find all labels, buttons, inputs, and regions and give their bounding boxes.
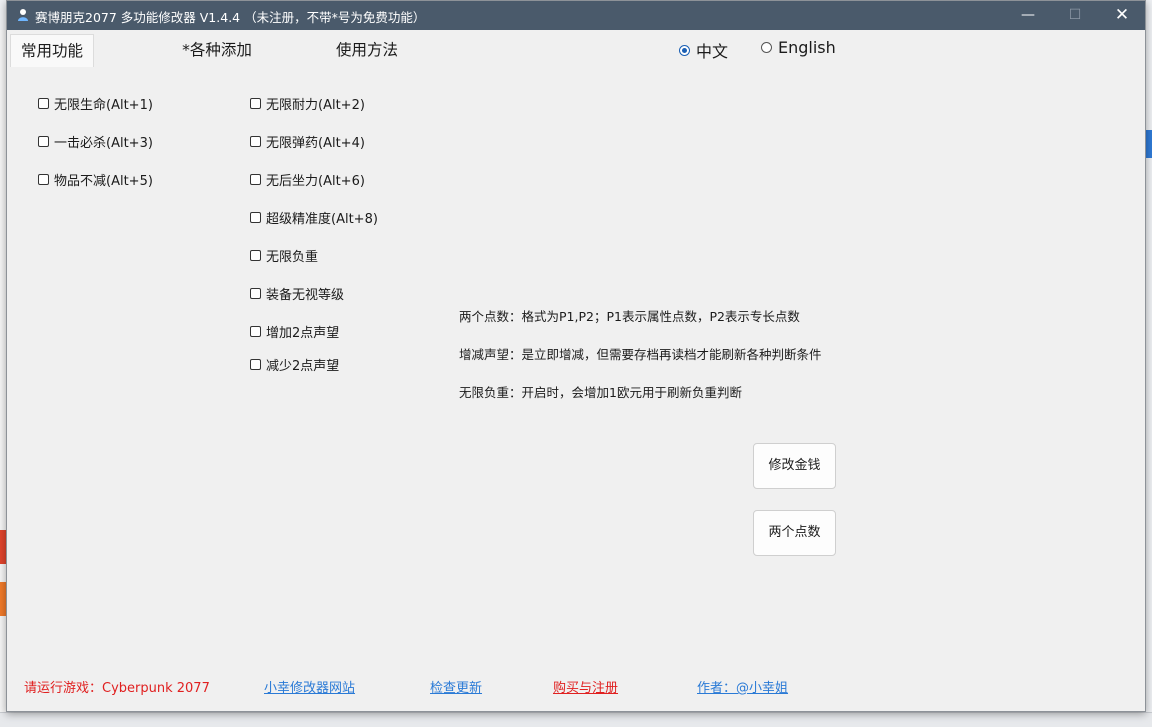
checkbox-infinite-health[interactable]: 无限生命(Alt+1) — [38, 94, 153, 113]
checkbox-label: 超级精准度(Alt+8) — [266, 212, 378, 227]
tab-usage-instructions[interactable]: 使用方法 — [322, 34, 412, 66]
buy-register-link[interactable]: 购买与注册 — [553, 677, 618, 696]
checkbox-icon[interactable] — [250, 326, 261, 337]
checkbox-label: 减少2点声望 — [266, 359, 340, 374]
checkbox-label: 装备无视等级 — [266, 288, 345, 303]
info-reputation: 增减声望：是立即增减，但需要存档再读档才能刷新各种判断条件 — [459, 347, 822, 362]
checkbox-label: 无后坐力(Alt+6) — [266, 174, 365, 189]
checkbox-label: 无限弹药(Alt+4) — [266, 136, 365, 151]
checkbox-items-no-decrease[interactable]: 物品不减(Alt+5) — [38, 170, 153, 189]
website-link[interactable]: 小幸修改器网站 — [264, 677, 355, 696]
checkbox-icon[interactable] — [38, 136, 49, 147]
language-label-english: English — [778, 38, 836, 57]
modify-money-button[interactable]: 修改金钱 — [753, 443, 836, 489]
info-two-points: 两个点数：格式为P1,P2；P1表示属性点数，P2表示专长点数 — [459, 309, 800, 324]
run-game-status: 请运行游戏：Cyberpunk 2077 — [24, 681, 210, 696]
checkbox-add-reputation[interactable]: 增加2点声望 — [250, 322, 339, 341]
checkbox-label: 无限耐力(Alt+2) — [266, 98, 365, 113]
two-points-button[interactable]: 两个点数 — [753, 510, 836, 556]
maximize-button[interactable]: ☐ — [1052, 1, 1098, 30]
checkbox-reduce-reputation[interactable]: 减少2点声望 — [250, 355, 339, 374]
checkbox-label: 增加2点声望 — [266, 326, 340, 341]
minimize-button[interactable]: — — [1005, 1, 1051, 30]
tab-various-additions[interactable]: *各种添加 — [157, 34, 277, 66]
checkbox-label: 无限负重 — [266, 250, 319, 265]
language-label-chinese: 中文 — [696, 42, 729, 61]
checkbox-label: 无限生命(Alt+1) — [54, 98, 153, 113]
title-bar[interactable]: 赛博朋克2077 多功能修改器 V1.4.4 （未注册，不带*号为免费功能） —… — [7, 1, 1145, 30]
author-link[interactable]: 作者：@小幸姐 — [697, 677, 788, 696]
radio-selected-icon[interactable] — [679, 44, 690, 56]
tab-common-functions[interactable]: 常用功能 — [10, 34, 94, 67]
checkbox-icon[interactable] — [250, 288, 261, 299]
trainer-window: 赛博朋克2077 多功能修改器 V1.4.4 （未注册，不带*号为免费功能） —… — [6, 0, 1146, 712]
info-carry-weight: 无限负重：开启时，会增加1欧元用于刷新负重判断 — [459, 385, 742, 400]
checkbox-icon[interactable] — [250, 250, 261, 261]
language-option-chinese[interactable]: 中文 — [679, 38, 728, 62]
check-update-link[interactable]: 检查更新 — [430, 677, 482, 696]
window-title: 赛博朋克2077 多功能修改器 V1.4.4 （未注册，不带*号为免费功能） — [35, 10, 426, 25]
close-button[interactable]: ✕ — [1099, 1, 1145, 30]
checkbox-super-accuracy[interactable]: 超级精准度(Alt+8) — [250, 208, 378, 227]
checkbox-icon[interactable] — [250, 136, 261, 147]
checkbox-icon[interactable] — [250, 359, 261, 370]
radio-empty-icon[interactable] — [761, 42, 772, 53]
app-icon — [18, 9, 28, 21]
checkbox-icon[interactable] — [250, 212, 261, 223]
background-taskbar — [0, 712, 1152, 727]
checkbox-ignore-equipment-level[interactable]: 装备无视等级 — [250, 284, 344, 303]
checkbox-icon[interactable] — [250, 98, 261, 109]
checkbox-icon[interactable] — [38, 98, 49, 109]
checkbox-infinite-stamina[interactable]: 无限耐力(Alt+2) — [250, 94, 365, 113]
language-option-english[interactable]: English — [761, 38, 836, 57]
checkbox-icon[interactable] — [38, 174, 49, 185]
checkbox-label: 物品不减(Alt+5) — [54, 174, 153, 189]
checkbox-icon[interactable] — [250, 174, 261, 185]
checkbox-no-recoil[interactable]: 无后坐力(Alt+6) — [250, 170, 365, 189]
checkbox-infinite-carry-weight[interactable]: 无限负重 — [250, 246, 318, 265]
checkbox-label: 一击必杀(Alt+3) — [54, 136, 153, 151]
main-panel: 常用功能 *各种添加 使用方法 中文 English 无限生命(Alt+1) 一… — [7, 30, 1145, 711]
checkbox-one-hit-kill[interactable]: 一击必杀(Alt+3) — [38, 132, 153, 151]
checkbox-infinite-ammo[interactable]: 无限弹药(Alt+4) — [250, 132, 365, 151]
